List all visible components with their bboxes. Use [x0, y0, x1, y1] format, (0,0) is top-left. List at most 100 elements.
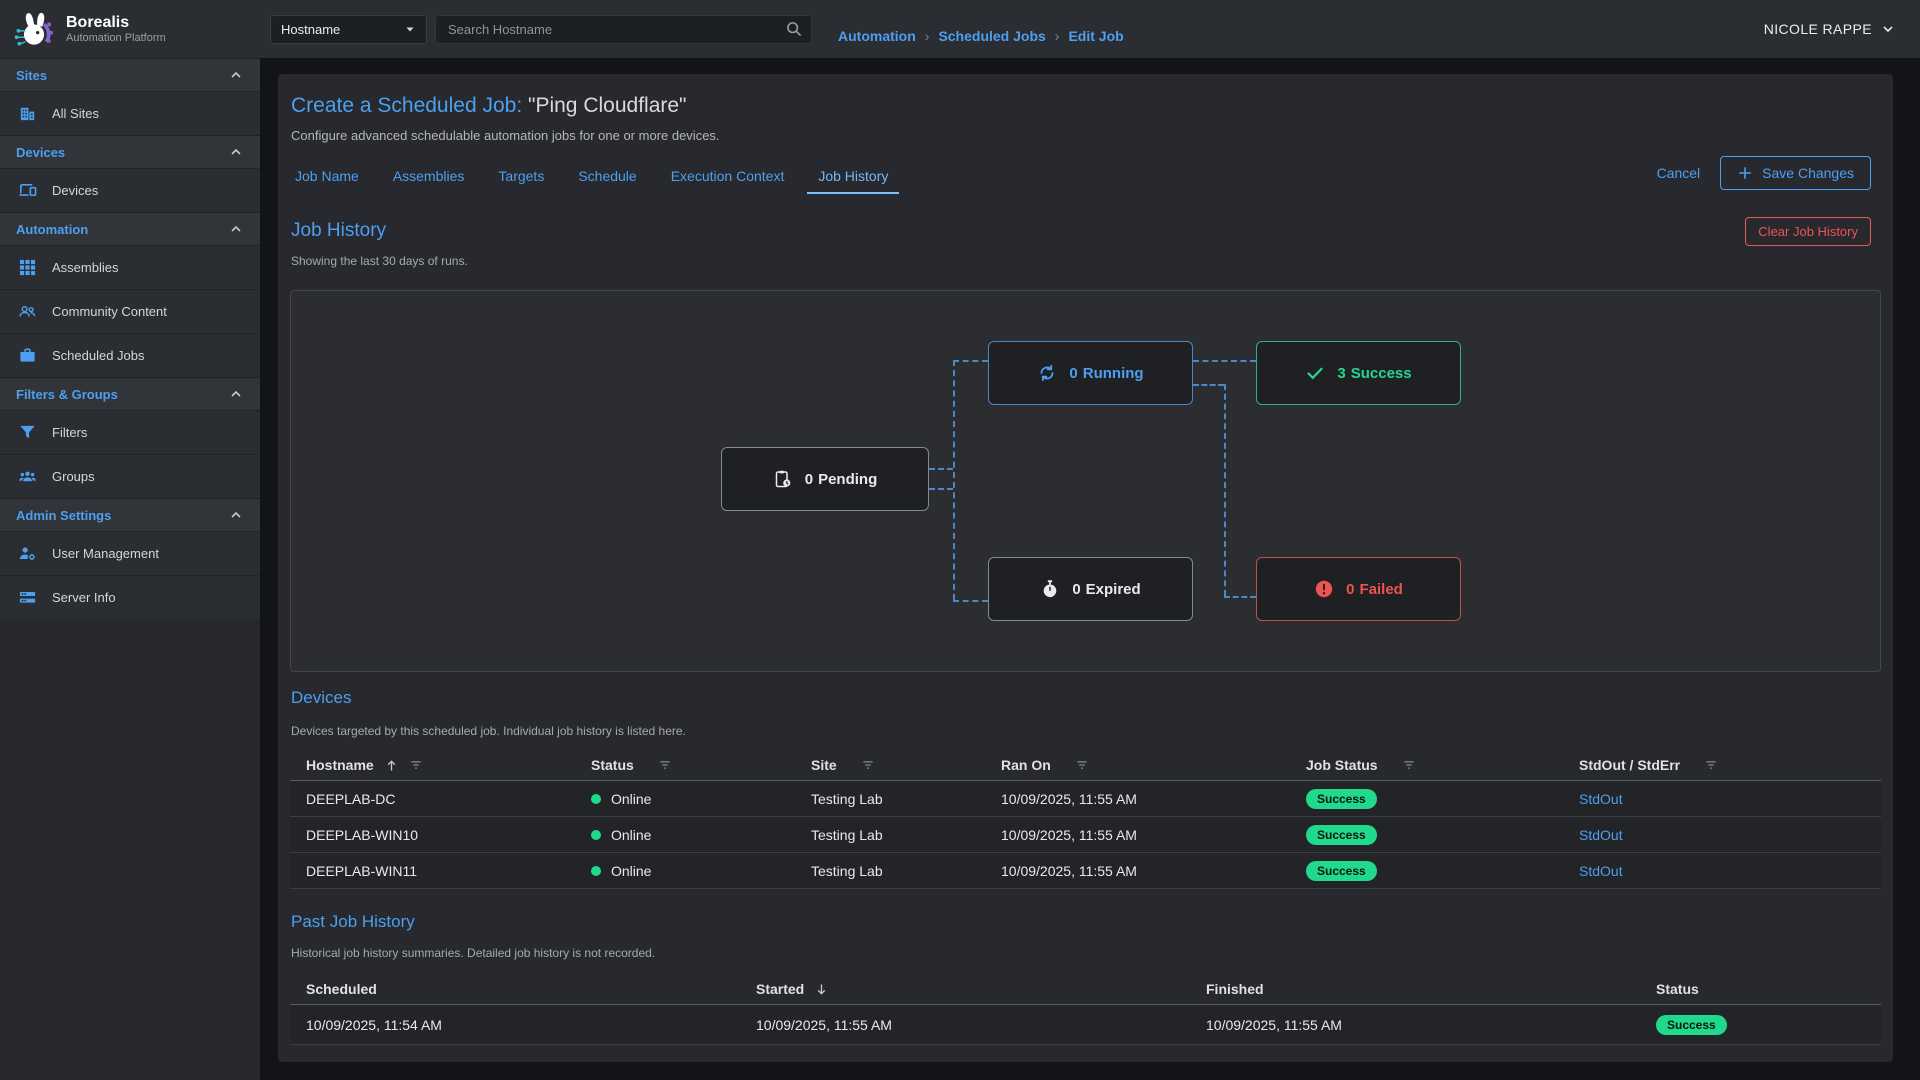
tab-job-history[interactable]: Job History	[805, 160, 901, 192]
sidebar-item-label: Server Info	[52, 590, 116, 605]
flow-node-pending[interactable]: 0 Pending	[721, 447, 929, 511]
job-history-subtitle: Showing the last 30 days of runs.	[291, 254, 468, 268]
user-gear-icon	[18, 544, 37, 563]
page-title-prefix: Create a Scheduled Job:	[291, 94, 522, 117]
brand: Borealis Automation Platform	[0, 0, 260, 58]
save-changes-button[interactable]: Save Changes	[1720, 156, 1871, 190]
filter-icon[interactable]	[658, 758, 672, 772]
chevron-down-icon	[1880, 21, 1896, 37]
sidebar-item-label: User Management	[52, 546, 159, 561]
devices-table: Hostname Status Site Ran On Job Status	[290, 750, 1881, 889]
ran-on-cell: 10/09/2025, 11:55 AM	[985, 791, 1290, 807]
borealis-rabbit-logo-icon	[12, 7, 56, 51]
filter-icon[interactable]	[861, 758, 875, 772]
breadcrumb-automation[interactable]: Automation	[838, 28, 916, 44]
sidebar-item-devices[interactable]: Devices	[0, 168, 260, 212]
tab-job-name[interactable]: Job Name	[282, 160, 372, 192]
section-label: Devices	[16, 145, 65, 160]
stdout-link[interactable]: StdOut	[1579, 791, 1623, 807]
breadcrumb-separator: ›	[925, 28, 930, 44]
tab-schedule[interactable]: Schedule	[565, 160, 649, 192]
building-icon	[18, 104, 37, 123]
finished-cell: 10/09/2025, 11:55 AM	[1190, 1017, 1640, 1033]
sidebar-item-assemblies[interactable]: Assemblies	[0, 245, 260, 289]
column-hostname[interactable]: Hostname	[290, 757, 575, 773]
sidebar-item-groups[interactable]: Groups	[0, 454, 260, 498]
sidebar-item-server-info[interactable]: Server Info	[0, 575, 260, 619]
job-status-cell: Success	[1290, 861, 1563, 881]
search-input[interactable]	[448, 22, 785, 37]
tab-assemblies[interactable]: Assemblies	[380, 160, 478, 192]
device-row-deeplab-win10[interactable]: DEEPLAB-WIN10 Online Testing Lab 10/09/2…	[290, 817, 1881, 853]
sidebar-item-filters[interactable]: Filters	[0, 410, 260, 454]
column-started[interactable]: Started	[740, 981, 1190, 997]
sidebar-item-all-sites[interactable]: All Sites	[0, 91, 260, 135]
hostname-cell: DEEPLAB-DC	[290, 791, 575, 807]
stdout-link[interactable]: StdOut	[1579, 827, 1623, 843]
device-row-deeplab-win11[interactable]: DEEPLAB-WIN11 Online Testing Lab 10/09/2…	[290, 853, 1881, 889]
filter-icon[interactable]	[1075, 758, 1089, 772]
devices-table-header: Hostname Status Site Ran On Job Status	[290, 750, 1881, 781]
column-scheduled[interactable]: Scheduled	[290, 981, 740, 997]
sidebar-section-filters-groups[interactable]: Filters & Groups	[0, 377, 260, 410]
flow-node-expired[interactable]: 0 Expired	[988, 557, 1193, 621]
chevron-up-icon	[228, 507, 244, 523]
column-status[interactable]: Status	[1640, 981, 1881, 997]
sort-desc-icon	[814, 982, 829, 997]
column-status[interactable]: Status	[575, 757, 795, 773]
breadcrumb-edit-job[interactable]: Edit Job	[1068, 28, 1123, 44]
sidebar-item-community-content[interactable]: Community Content	[0, 289, 260, 333]
chevron-up-icon	[228, 144, 244, 160]
cancel-button[interactable]: Cancel	[1657, 165, 1701, 181]
flow-node-count: 0	[1069, 365, 1077, 382]
tab-targets[interactable]: Targets	[485, 160, 557, 192]
device-row-deeplab-dc[interactable]: DEEPLAB-DC Online Testing Lab 10/09/2025…	[290, 781, 1881, 817]
column-finished[interactable]: Finished	[1190, 981, 1640, 997]
flow-node-label: Failed	[1359, 581, 1402, 598]
sort-asc-icon	[384, 758, 399, 773]
sidebar-item-scheduled-jobs[interactable]: Scheduled Jobs	[0, 333, 260, 377]
flow-connector	[1193, 384, 1224, 386]
column-ran-on[interactable]: Ran On	[985, 757, 1290, 773]
clear-job-history-button[interactable]: Clear Job History	[1745, 217, 1871, 246]
search-icon[interactable]	[785, 20, 803, 38]
sidebar-item-label: All Sites	[52, 106, 99, 121]
user-menu[interactable]: NICOLE RAPPE	[1764, 21, 1896, 37]
sidebar-item-user-management[interactable]: User Management	[0, 531, 260, 575]
sidebar-section-admin-settings[interactable]: Admin Settings	[0, 498, 260, 531]
filter-icon[interactable]	[409, 758, 423, 772]
breadcrumb-scheduled-jobs[interactable]: Scheduled Jobs	[938, 28, 1045, 44]
sidebar-section-automation[interactable]: Automation	[0, 212, 260, 245]
tab-execution-context[interactable]: Execution Context	[658, 160, 798, 192]
section-label: Filters & Groups	[16, 387, 118, 402]
column-job-status[interactable]: Job Status	[1290, 757, 1563, 773]
clipboard-clock-icon	[773, 469, 793, 489]
sidebar: Borealis Automation Platform Sites All S…	[0, 0, 260, 1080]
stdout-link[interactable]: StdOut	[1579, 863, 1623, 879]
sidebar-section-devices[interactable]: Devices	[0, 135, 260, 168]
flow-node-label: Running	[1083, 365, 1144, 382]
flow-node-success[interactable]: 3 Success	[1256, 341, 1461, 405]
flow-node-running[interactable]: 0 Running	[988, 341, 1193, 405]
site-cell: Testing Lab	[795, 791, 985, 807]
grid-icon	[18, 258, 37, 277]
page-subtitle: Configure advanced schedulable automatio…	[291, 128, 720, 143]
success-badge: Success	[1656, 1015, 1727, 1035]
hostname-filter-select[interactable]: Hostname	[270, 15, 427, 44]
devices-icon	[18, 181, 37, 200]
online-status-dot	[591, 794, 601, 804]
flow-node-failed[interactable]: 0 Failed	[1256, 557, 1461, 621]
column-stdout-stderr[interactable]: StdOut / StdErr	[1563, 757, 1881, 773]
brand-name: Borealis	[66, 14, 166, 32]
status-cell: Online	[575, 827, 795, 843]
caret-down-icon	[404, 23, 416, 35]
flow-connector	[929, 488, 953, 490]
past-job-row[interactable]: 10/09/2025, 11:54 AM 10/09/2025, 11:55 A…	[290, 1005, 1881, 1045]
hostname-cell: DEEPLAB-WIN11	[290, 863, 575, 879]
filter-icon[interactable]	[1704, 758, 1718, 772]
filter-icon[interactable]	[1402, 758, 1416, 772]
sidebar-section-sites[interactable]: Sites	[0, 58, 260, 91]
sync-icon	[1037, 363, 1057, 383]
sidebar-item-label: Community Content	[52, 304, 167, 319]
column-site[interactable]: Site	[795, 757, 985, 773]
